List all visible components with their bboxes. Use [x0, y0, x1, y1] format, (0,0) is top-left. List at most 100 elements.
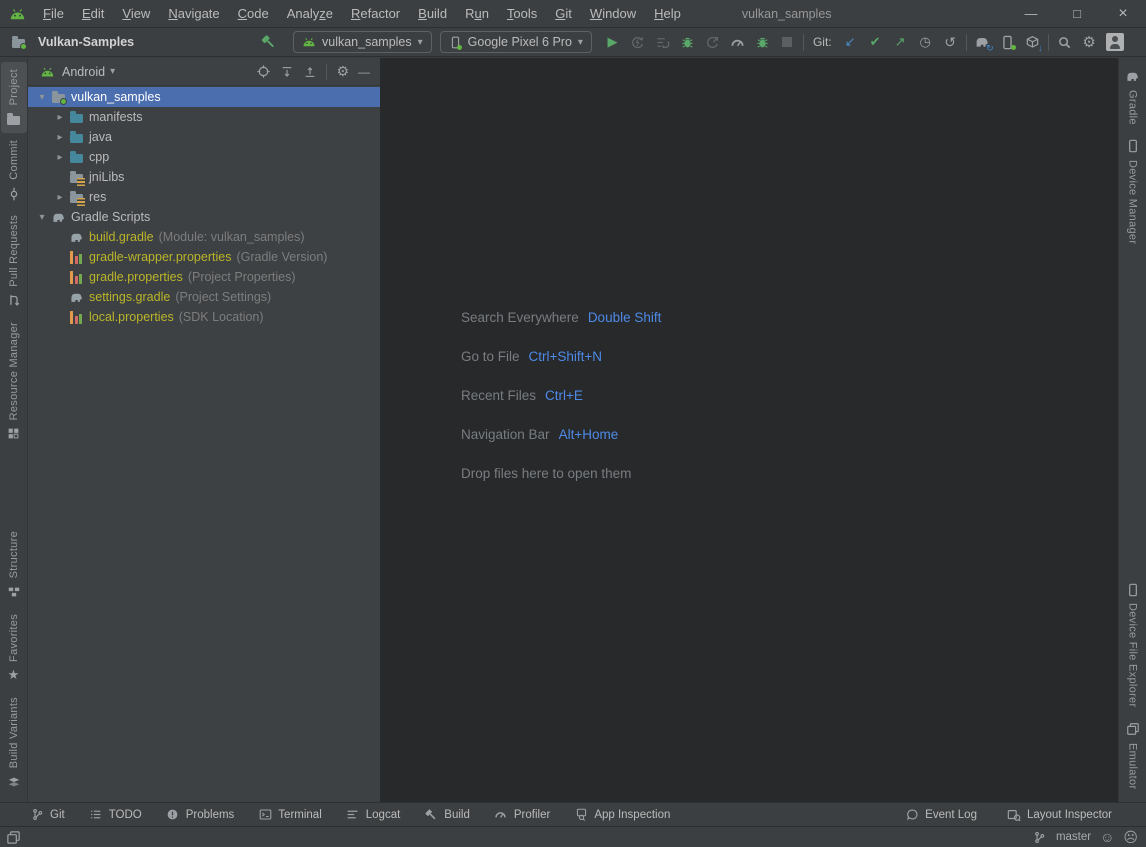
chevron-collapsed-icon[interactable]: ▸ — [52, 152, 68, 163]
close-button[interactable]: × — [1100, 0, 1146, 28]
tree-item-java[interactable]: ▸ java — [28, 127, 380, 147]
sidebar-item-gradle[interactable]: Gradle — [1120, 62, 1146, 132]
user-avatar[interactable] — [1106, 33, 1124, 51]
apply-changes-icon[interactable] — [629, 34, 646, 51]
build-hammer-icon[interactable] — [260, 34, 277, 51]
folder-icon — [68, 109, 84, 125]
sidebar-item-project[interactable]: Project — [1, 62, 27, 133]
rollback-icon[interactable]: ↺ — [942, 34, 959, 51]
chevron-collapsed-icon[interactable]: ▸ — [52, 112, 68, 123]
chevron-down-icon[interactable]: ▾ — [110, 66, 115, 77]
git-commit-icon[interactable]: ✔ — [867, 34, 884, 51]
tool-window-profiler[interactable]: Profiler — [494, 808, 550, 822]
menu-build[interactable]: Build — [409, 6, 456, 21]
run-button[interactable]: ▶ — [604, 34, 621, 51]
project-folder-icon — [10, 34, 26, 50]
tree-item-gradle-wrapper-properties[interactable]: gradle-wrapper.properties (Gradle Versio… — [28, 247, 380, 267]
attach-debugger-icon[interactable] — [754, 34, 771, 51]
tree-item-vulkan-samples[interactable]: ▾ vulkan_samples — [28, 87, 380, 107]
minimize-button[interactable]: — — [1008, 0, 1054, 28]
folder-icon — [68, 149, 84, 165]
chevron-expanded-icon[interactable]: ▾ — [34, 212, 50, 223]
tree-item-manifests[interactable]: ▸ manifests — [28, 107, 380, 127]
main-toolbar: Vulkan-Samples vulkan_samples ▾ Google P… — [0, 28, 1146, 57]
menu-git[interactable]: Git — [546, 6, 581, 21]
menu-tools[interactable]: Tools — [498, 6, 546, 21]
chevron-collapsed-icon[interactable]: ▸ — [52, 192, 68, 203]
settings-gear-icon[interactable]: ⚙ — [1081, 34, 1098, 51]
apply-code-changes-icon[interactable] — [654, 34, 671, 51]
menu-run[interactable]: Run — [456, 6, 498, 21]
run-configuration-select[interactable]: vulkan_samples ▾ — [293, 31, 432, 53]
locate-file-icon[interactable] — [256, 64, 271, 79]
tool-window-layout-inspector[interactable]: Layout Inspector — [1007, 808, 1112, 822]
editor-area[interactable]: Search EverywhereDouble Shift Go to File… — [381, 58, 1118, 802]
sidebar-item-device-manager[interactable]: Device Manager — [1120, 132, 1146, 251]
tree-item-build-gradle[interactable]: build.gradle (Module: vulkan_samples) — [28, 227, 380, 247]
sidebar-item-structure[interactable]: Structure — [1, 524, 27, 606]
sidebar-item-resource-manager[interactable]: Resource Manager — [1, 315, 27, 448]
tree-item-settings-gradle[interactable]: settings.gradle (Project Settings) — [28, 287, 380, 307]
sidebar-item-commit[interactable]: Commit — [1, 133, 27, 208]
menu-code[interactable]: Code — [229, 6, 278, 21]
profile-app-icon[interactable] — [704, 34, 721, 51]
library-folder-icon — [68, 189, 84, 205]
feedback-smiley-icon[interactable]: ☺ — [1100, 830, 1114, 844]
tree-item-cpp[interactable]: ▸ cpp — [28, 147, 380, 167]
maximize-button[interactable]: □ — [1054, 0, 1100, 28]
tool-window-logcat[interactable]: Logcat — [346, 808, 401, 822]
menu-edit[interactable]: Edit — [73, 6, 113, 21]
star-icon: ★ — [6, 668, 21, 683]
debug-button[interactable] — [679, 34, 696, 51]
sdk-manager-icon[interactable]: ↓ — [1024, 34, 1041, 51]
menu-window[interactable]: Window — [581, 6, 645, 21]
todo-list-icon — [89, 808, 103, 822]
tool-window-git[interactable]: Git — [30, 808, 65, 822]
sidebar-item-pull-requests[interactable]: Pull Requests — [1, 208, 27, 315]
hide-panel-icon[interactable]: — — [358, 65, 370, 79]
chevron-collapsed-icon[interactable]: ▸ — [52, 132, 68, 143]
history-clock-icon[interactable]: ◷ — [917, 34, 934, 51]
sidebar-item-build-variants[interactable]: Build Variants — [1, 690, 27, 796]
panel-settings-gear-icon[interactable]: ⚙ — [336, 63, 349, 80]
tool-window-terminal[interactable]: Terminal — [258, 808, 321, 822]
chevron-expanded-icon[interactable]: ▾ — [34, 92, 50, 103]
search-everywhere-icon[interactable] — [1056, 34, 1073, 51]
git-branch-name[interactable]: master — [1056, 831, 1091, 843]
chevron-down-icon: ▾ — [418, 37, 423, 48]
menu-file[interactable]: File — [34, 6, 73, 21]
git-push-icon[interactable]: ↗ — [892, 34, 909, 51]
tree-item-gradle-scripts[interactable]: ▾ Gradle Scripts — [28, 207, 380, 227]
tool-window-app-inspection[interactable]: App Inspection — [574, 808, 670, 822]
sidebar-item-emulator[interactable]: Emulator — [1120, 715, 1146, 796]
tool-window-switcher-icon[interactable] — [6, 830, 21, 845]
tool-window-event-log[interactable]: Event Log — [905, 808, 977, 822]
collapse-all-icon[interactable] — [303, 65, 317, 79]
menu-navigate[interactable]: Navigate — [159, 6, 228, 21]
profiler-gauge-icon[interactable] — [729, 34, 746, 51]
tool-window-todo[interactable]: TODO — [89, 808, 142, 822]
tree-item-local-properties[interactable]: local.properties (SDK Location) — [28, 307, 380, 327]
device-manager-icon[interactable] — [999, 34, 1016, 51]
ide-errors-frowny-icon[interactable]: ☹ — [1123, 830, 1138, 844]
android-studio-window: File Edit View Navigate Code Analyze Ref… — [0, 0, 1146, 847]
git-update-icon[interactable]: ↙ — [842, 34, 859, 51]
tree-item-gradle-properties[interactable]: gradle.properties (Project Properties) — [28, 267, 380, 287]
menu-help[interactable]: Help — [645, 6, 690, 21]
sidebar-item-device-file-explorer[interactable]: Device File Explorer — [1120, 575, 1146, 714]
gradle-elephant-icon — [50, 209, 66, 225]
tool-window-build[interactable]: Build — [424, 808, 470, 822]
menu-refactor[interactable]: Refactor — [342, 6, 409, 21]
tool-window-problems[interactable]: Problems — [166, 808, 235, 822]
project-view-selector[interactable]: Android — [62, 65, 105, 79]
menu-analyze[interactable]: Analyze — [278, 6, 342, 21]
gradle-sync-icon[interactable]: ↻ — [974, 34, 991, 51]
stop-button[interactable] — [779, 34, 796, 51]
expand-all-icon[interactable] — [280, 65, 294, 79]
git-branch-icon — [1032, 830, 1047, 845]
device-select[interactable]: Google Pixel 6 Pro ▾ — [440, 31, 592, 53]
sidebar-item-favorites[interactable]: Favorites ★ — [1, 607, 27, 690]
tree-item-jnilibs[interactable]: jniLibs — [28, 167, 380, 187]
tree-item-res[interactable]: ▸ res — [28, 187, 380, 207]
menu-view[interactable]: View — [113, 6, 159, 21]
